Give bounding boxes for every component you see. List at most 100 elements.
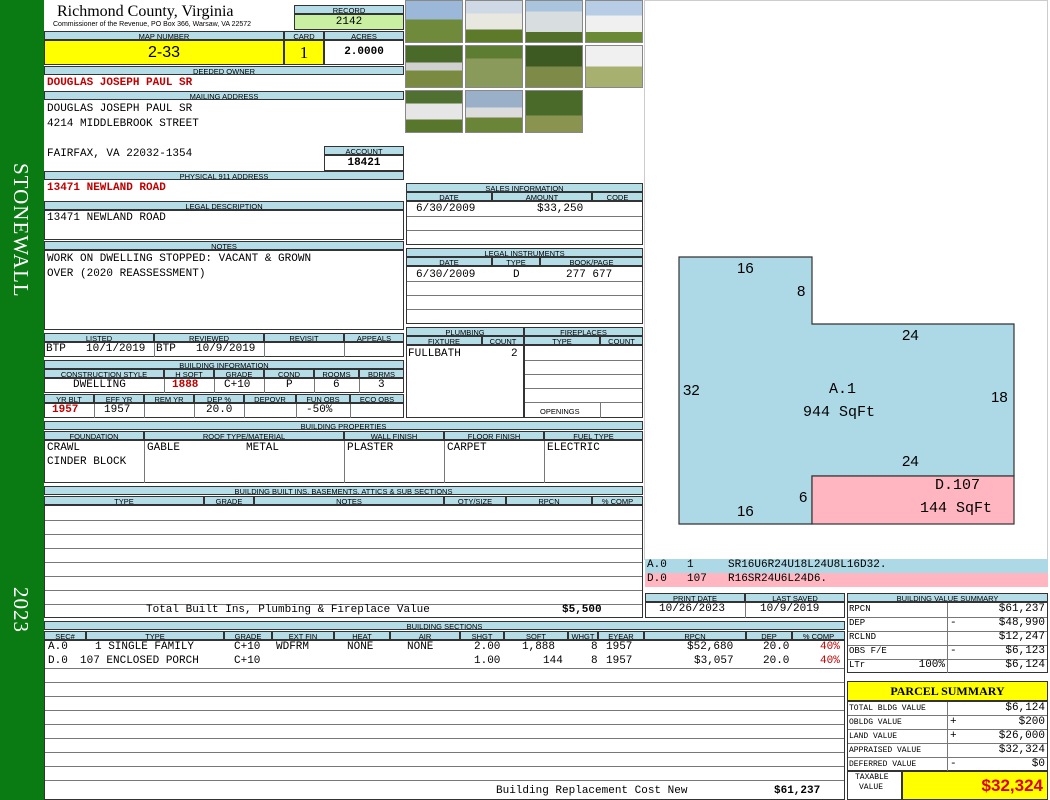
photo-thumbnail[interactable] [465,0,523,43]
dimension-label: 24 [902,453,919,470]
sales-amount-col: AMOUNT [492,192,592,201]
year-built: 1957 [52,404,79,416]
listed-header: LISTED [44,333,154,342]
dep-value: $48,990 [998,617,1045,629]
ltr-label: LTr [849,660,866,670]
builtins-grade-col: GRADE [204,496,254,505]
photo-thumbnail[interactable] [465,45,523,88]
photo-thumbnail[interactable] [585,45,643,88]
dimension-label: 32 [683,382,700,399]
owner-header: DEEDED OWNER [44,66,404,75]
account-number: 18421 [324,155,404,171]
sketch-panel: 16 8 24 32 18 24 6 16 A.1 944 SqFt D.107… [644,0,1048,560]
wall-col: WALL FINISH [344,431,444,440]
section-eyear: 1957 [606,655,633,667]
roof-type: GABLE [147,442,181,454]
commissioner-address: Commissioner of the Revenue, PO Box 366,… [53,21,252,28]
tbv-value: $6,124 [1005,702,1045,714]
rpcn-value: $61,237 [998,603,1045,615]
section-sqft: 1,888 [522,641,556,653]
bdrms-col: BDRMS [359,369,404,378]
eyear-col: EYEAR [598,631,644,640]
instr-date-col: DATE [406,257,492,266]
rclnd-value: $12,247 [998,631,1045,643]
section-grade: C+10 [234,641,261,653]
section-shgt: 2.00 [474,641,501,653]
taxable-label-1: TAXABLE [855,773,889,782]
owner-name: DOUGLAS JOSEPH PAUL SR [47,77,193,89]
land-label: LAND VALUE [849,732,898,741]
plumbing-header: PLUMBING [406,327,524,336]
photo-thumbnail[interactable] [465,90,523,133]
obv-label: OBLDG VALUE [849,718,902,727]
extfin-col: EXT FIN [272,631,334,640]
photo-thumbnail[interactable] [405,0,463,43]
appeals-header: APPEALS [344,333,404,342]
section-type: 1 SINGLE FAMILY [95,641,195,653]
dep-col: DEP % [194,394,244,403]
foundation-col: FOUNDATION [44,431,144,440]
sales-header: SALES INFORMATION [406,183,643,192]
fixture-col: FIXTURE [406,336,482,345]
ltr-pct: 100% [918,659,945,671]
code-a-id: A.0 [647,559,667,571]
fireplaces-header: FIREPLACES [524,327,643,336]
rpcn-col: RPCN [644,631,746,640]
dimension-label: 16 [737,503,754,520]
depovr-col: DEPOVR [244,394,296,403]
rooms-col: ROOMS [314,369,359,378]
builtins-table [44,505,643,618]
obv-sign: + [950,716,957,728]
section-sqft: 144 [543,655,563,667]
dimension-label: 18 [991,389,1008,406]
main-section-label: A.1 [829,381,857,398]
photo-thumbnail[interactable] [525,0,583,43]
notes-header: NOTES [44,241,404,250]
builtins-type-col: TYPE [44,496,204,505]
photo-thumbnail[interactable] [405,45,463,88]
account-header: ACCOUNT [324,146,404,155]
code-d-id: D.0 [647,573,667,585]
comp-col: % COMP [792,631,845,640]
depreciation-pct: 20.0 [206,404,233,416]
bedrooms-value: 3 [378,379,385,391]
obs-value: $6,123 [1005,645,1045,657]
section-grade: C+10 [234,655,261,667]
porch-section-label: D.107 [935,477,981,494]
acres-header: ACRES [324,31,404,40]
ltr-value: $6,124 [1005,659,1045,671]
map-number-header: MAP NUMBER [44,31,284,40]
section-id: A.0 [48,641,68,653]
properties-header: BUILDING PROPERTIES [44,421,643,430]
tax-year: 2023 [9,587,33,633]
style-col: CONSTRUCTION STYLE [44,369,164,378]
section-rpcn: $3,057 [694,655,734,667]
roof-material: METAL [246,442,280,454]
photo-thumbnail[interactable] [585,0,643,43]
rclnd-label: RCLND [849,632,877,642]
instr-type: D [513,269,520,281]
main-section-area: 944 SqFt [803,404,876,421]
print-date-header: PRINT DATE [645,593,745,602]
grade-value: C+10 [224,379,251,391]
record-number: 2142 [294,14,404,30]
taxable-value: $32,324 [902,771,1048,800]
section-ext-fin: WDFRM [276,641,310,653]
instr-type-col: TYPE [492,257,540,266]
cond-col: COND [264,369,314,378]
floor-finish: CARPET [447,442,487,454]
section-dep: 20.0 [763,655,790,667]
photo-thumbnail[interactable] [525,45,583,88]
brcn-value: $61,237 [774,785,821,797]
last-saved-header: LAST SAVED [745,593,845,602]
photo-thumbnail[interactable] [525,90,583,133]
yrblt-col: YR BLT [44,394,94,403]
effective-year: 1957 [104,404,131,416]
section-heat: NONE [347,641,374,653]
district-sidebar: STONEWALL 2023 [0,0,44,800]
photo-thumbnail[interactable] [405,90,463,133]
dep-sign: - [950,617,957,629]
openings-label: OPENINGS [540,407,580,416]
heat-col: HEAT [334,631,390,640]
deferred-value: $0 [1031,758,1045,770]
